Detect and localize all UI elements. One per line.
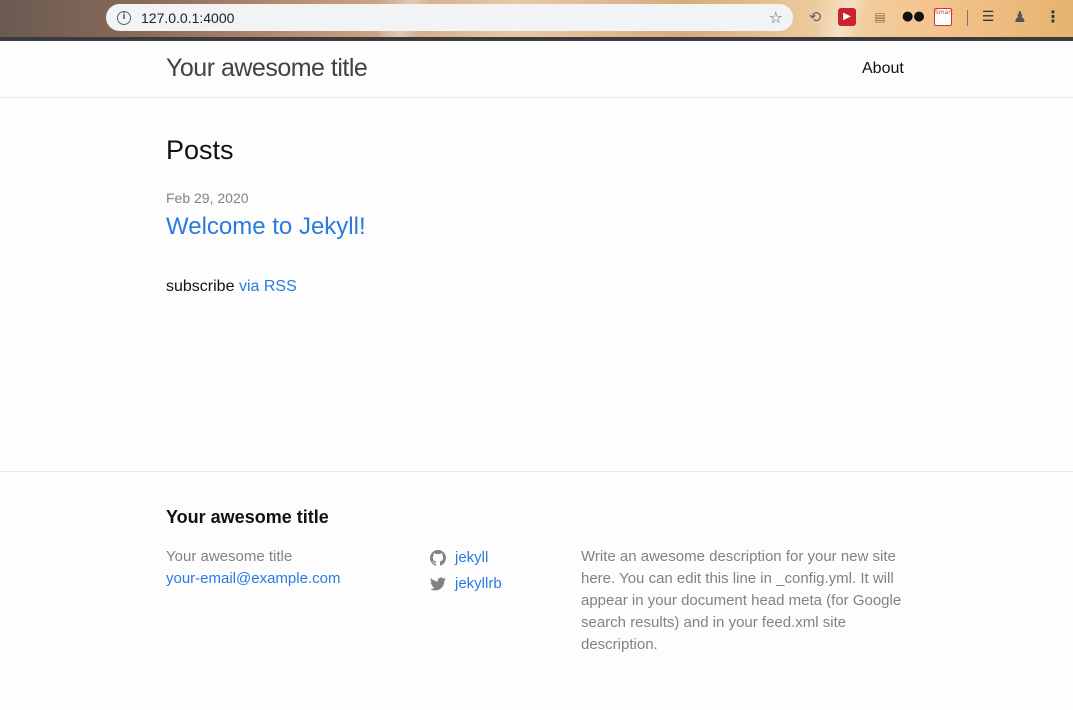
history-icon[interactable]: ⟲ (806, 8, 824, 26)
twitter-icon (430, 577, 446, 591)
rss-subscribe: subscribe via RSS (166, 278, 297, 296)
toolbar-divider (967, 10, 968, 26)
site-title[interactable]: Your awesome title (166, 54, 368, 83)
video-extension-icon[interactable]: ▶ (838, 8, 856, 26)
url-text[interactable]: 127.0.0.1:4000 (141, 10, 234, 26)
rss-prefix: subscribe (166, 278, 235, 295)
reload-icon[interactable]: ⟳ (74, 7, 94, 27)
github-icon (430, 550, 446, 566)
page-extension-icon[interactable]: ▤ (871, 8, 889, 26)
profile-avatar-icon[interactable]: ♟ (1011, 8, 1029, 26)
nav-about-link[interactable]: About (862, 60, 904, 78)
post-date: Feb 29, 2020 (166, 190, 249, 206)
browser-toolbar: ⟳ i 127.0.0.1:4000 ☆ ⟲ ▶ ▤ ●● Smart ☰ ♟ … (0, 0, 1073, 37)
footer-email-link[interactable]: your-email@example.com (166, 568, 340, 590)
smart-extension-icon[interactable]: Smart (934, 8, 954, 26)
rss-link[interactable]: via RSS (239, 278, 297, 295)
page-heading: Posts (166, 135, 234, 165)
footer-contact: Your awesome title your-email@example.co… (166, 546, 340, 590)
twitter-link[interactable]: jekyllrb (455, 573, 502, 595)
panda-extension-icon[interactable]: ●● (902, 8, 925, 26)
social-github: jekyll (430, 545, 502, 571)
smart-extension-label: Smart (935, 9, 954, 16)
footer-heading: Your awesome title (166, 507, 329, 527)
info-icon[interactable]: i (117, 10, 131, 25)
github-link[interactable]: jekyll (455, 547, 488, 569)
footer-description: Write an awesome description for your ne… (581, 548, 902, 653)
menu-icon[interactable]: ⋮ (1044, 8, 1062, 26)
bookmark-star-icon[interactable]: ☆ (769, 8, 783, 27)
address-bar[interactable]: i 127.0.0.1:4000 ☆ (106, 4, 793, 31)
site-footer: Your awesome title Your awesome title yo… (0, 471, 1073, 710)
post-title-link[interactable]: Welcome to Jekyll! (166, 213, 366, 241)
site-header: Your awesome title About (0, 41, 1073, 98)
social-twitter: jekyllrb (430, 571, 502, 597)
footer-contact-name: Your awesome title (166, 548, 293, 565)
queue-icon[interactable]: ☰ (979, 8, 997, 26)
footer-social: jekyll jekyllrb (430, 545, 502, 597)
